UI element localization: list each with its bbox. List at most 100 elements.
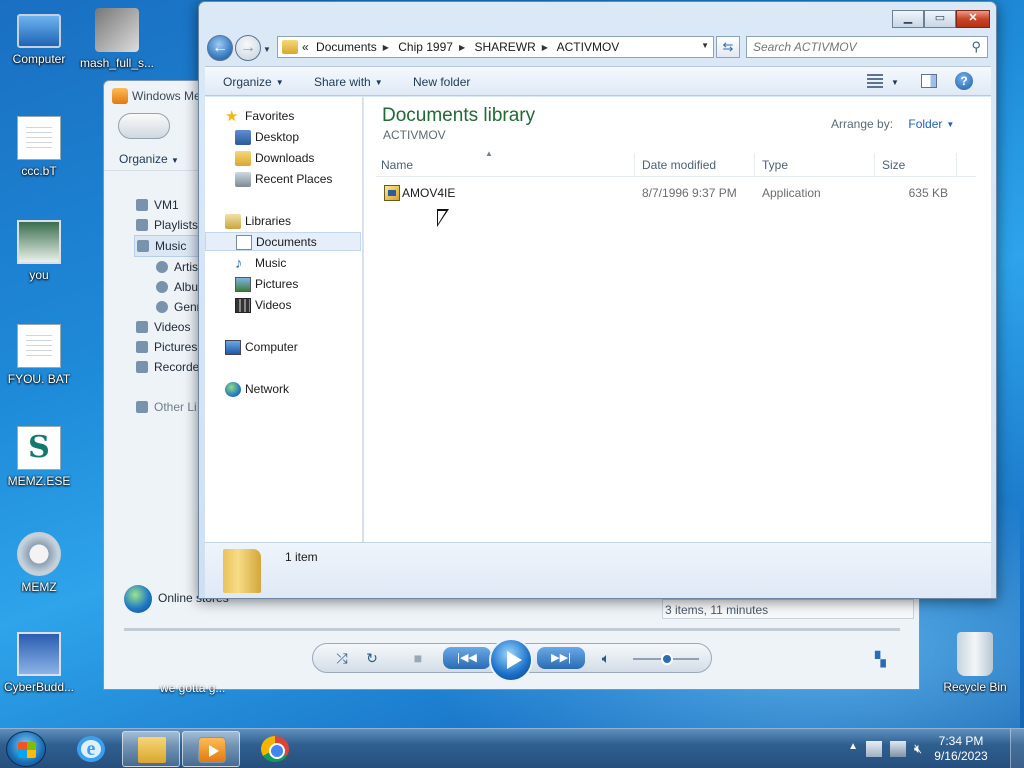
help-icon[interactable]: ? [955,72,973,90]
music-note-icon: ♪ [235,255,243,272]
nav-computer[interactable]: Computer [225,338,355,357]
desktop-icon-cyberbuddy[interactable]: CyberBudd... [0,632,78,694]
desktop-icon-you[interactable]: you [0,220,78,282]
volume-thumb[interactable] [661,653,673,665]
file-name[interactable]: AMOV4IE [402,186,455,200]
breadcrumb-sharewr[interactable]: SHAREWR [474,40,535,54]
search-input[interactable] [747,37,957,57]
file-row[interactable]: AMOV4IE 8/7/1996 9:37 PM Application 635… [376,183,976,203]
shuffle-icon[interactable]: ⤮ [333,650,351,666]
previous-icon[interactable]: |◀◀ [443,647,491,669]
search-box[interactable]: ⚲ [746,36,988,58]
desktop-icon-recycle-bin[interactable]: Recycle Bin [936,632,1014,694]
nav-item-videos[interactable]: Videos [134,317,201,337]
breadcrumb-documents[interactable]: Documents [316,40,377,54]
taskbar-windows-explorer[interactable] [122,731,180,767]
close-button[interactable]: ✕ [956,10,990,28]
taskbar-chrome[interactable] [246,731,304,767]
explorer-window[interactable]: ▁ ▭ ✕ ← → ▼ « Documents ▶ Chip 1997 ▶ SHAR… [198,1,997,599]
nav-item-album[interactable]: Albu [134,277,201,297]
file-date-modified: 8/7/1996 9:37 PM [642,186,737,200]
share-with-button[interactable]: Share with ▼ [314,75,383,89]
nav-recent-places[interactable]: Recent Places [235,170,355,189]
play-button[interactable] [489,638,533,682]
breadcrumb-activmov[interactable]: ACTIVMOV [557,40,620,54]
breadcrumb-overflow[interactable]: « [302,40,309,54]
media-player-nav-buttons[interactable] [118,113,170,139]
next-icon[interactable]: ▶▶| [537,647,585,669]
new-folder-button[interactable]: New folder [413,75,470,89]
clock[interactable]: 7:34 PM 9/16/2023 [926,734,996,764]
column-header-size[interactable]: Size [882,158,905,172]
nav-downloads[interactable]: Downloads [235,149,355,168]
show-hidden-icons-icon[interactable]: ▲ [848,741,858,752]
command-bar: Organize ▼ Share with ▼ New folder ▼ ? [205,66,991,96]
desktop-icon-mash-full[interactable]: mash_full_s... [78,8,156,70]
network-status-icon[interactable] [890,741,906,757]
column-divider[interactable] [754,153,755,177]
desktop-icon-memz-ese[interactable]: S MEMZ.ESE [0,426,78,488]
nav-documents[interactable]: Documents [205,232,361,251]
minimize-button[interactable]: ▁ [892,10,924,28]
back-button[interactable]: ← [207,35,233,61]
chevron-right-icon[interactable]: ▶ [459,43,465,52]
repeat-icon[interactable]: ↻ [363,650,381,666]
refresh-button[interactable]: ⇆ [716,36,740,58]
recent-pages-dropdown-icon[interactable]: ▼ [263,45,271,54]
change-view-icon[interactable] [867,74,883,88]
start-button[interactable] [6,731,46,767]
column-header-type[interactable]: Type [762,158,788,172]
column-divider[interactable] [956,153,957,177]
chevron-right-icon[interactable]: ▶ [383,43,389,52]
forward-button[interactable]: → [235,35,261,61]
column-header-date-modified[interactable]: Date modified [642,158,716,172]
breadcrumb-chip-1997[interactable]: Chip 1997 [398,40,453,54]
nav-item-artist[interactable]: Artis [134,257,201,277]
nav-music[interactable]: ♪ Music [235,254,355,273]
organize-button[interactable]: Organize ▼ [223,75,284,89]
nav-item-recorded-tv[interactable]: Recorde [134,357,201,377]
desktop-icon-fyou-bat[interactable]: FYOU. BAT [0,324,78,386]
view-options-dropdown-icon[interactable]: ▼ [891,75,899,89]
show-desktop-button[interactable] [1010,729,1024,768]
nav-item-pictures[interactable]: Pictures [134,337,201,357]
nav-network[interactable]: Network [225,380,355,399]
taskbar-internet-explorer[interactable]: e [62,731,120,767]
nav-pictures[interactable]: Pictures [235,275,355,294]
volume-icon[interactable]: 🔈︎ [597,650,615,666]
taskbar-media-player[interactable] [182,731,240,767]
preview-pane-icon[interactable] [921,74,937,88]
column-header-name[interactable]: Name [381,158,413,172]
desktop-icon-ccc[interactable]: ccc.bT [0,116,78,178]
nav-favorites[interactable]: ★ Favorites [225,107,355,126]
media-player-library-nav: VM1 Playlists Music Artis Albu Genr Vide… [134,195,201,417]
desktop-icon-label: Computer [12,52,66,66]
nav-item-vm1[interactable]: VM1 [134,195,201,215]
nav-libraries[interactable]: Libraries [225,212,355,231]
address-dropdown-icon[interactable]: ▼ [701,41,709,50]
address-bar[interactable]: « Documents ▶ Chip 1997 ▶ SHAREWR ▶ ACTIVMO… [277,36,714,58]
arrange-by-dropdown[interactable]: Folder [908,117,942,131]
nav-desktop[interactable]: Desktop [235,128,355,147]
switch-to-now-playing-icon[interactable]: ▚ [875,651,893,667]
column-headers: Name Date modified Type Size [376,153,976,177]
desktop-icon-computer[interactable]: Computer [0,8,78,66]
desktop-icon-memz[interactable]: MEMZ [0,532,78,594]
desktop-icon-label: CyberBudd... [3,680,75,694]
nav-item-playlists[interactable]: Playlists [134,215,201,235]
nav-item-music[interactable]: Music [134,235,201,257]
volume-slider[interactable] [633,653,699,665]
action-center-icon[interactable] [866,741,882,757]
column-divider[interactable] [874,153,875,177]
file-list-pane: Documents library ACTIVMOV Arrange by: F… [364,97,991,542]
seek-bar[interactable] [124,628,900,631]
pictures-icon [235,277,251,292]
column-divider[interactable] [634,153,635,177]
maximize-button[interactable]: ▭ [924,10,956,28]
chevron-down-icon[interactable]: ▼ [946,120,954,129]
stop-icon[interactable]: ■ [409,650,427,666]
nav-item-genre[interactable]: Genr [134,297,201,317]
chevron-right-icon[interactable]: ▶ [542,43,548,52]
nav-item-other-libraries[interactable]: Other Li [134,397,201,417]
nav-videos[interactable]: Videos [235,296,355,315]
